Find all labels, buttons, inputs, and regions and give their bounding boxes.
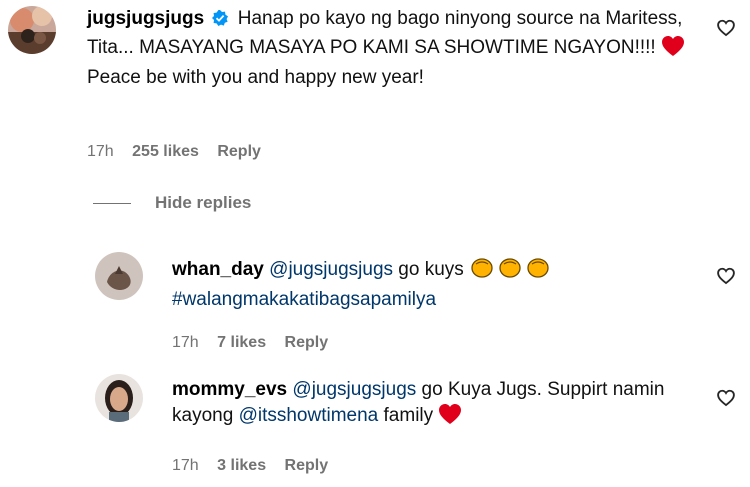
reply-button[interactable]: Reply xyxy=(217,143,261,160)
red-heart-emoji-icon xyxy=(661,35,685,65)
reply-button[interactable]: Reply xyxy=(285,334,329,351)
reply-timestamp: 17h xyxy=(172,457,199,474)
reply-text-after: family xyxy=(383,405,434,426)
reply-mention-link[interactable]: @itsshowtimena xyxy=(239,405,379,426)
reply-username[interactable]: whan_day xyxy=(172,259,264,280)
reply-body: mommy_evs @jugsjugsjugs go Kuya Jugs. Su… xyxy=(172,377,672,433)
hide-replies-button[interactable]: Hide replies xyxy=(155,193,251,213)
comment-body: jugsjugsjugs Hanap po kayo ng bago ninyo… xyxy=(87,6,687,91)
comment-likes-count[interactable]: 255 likes xyxy=(132,143,199,160)
reply-mention-link[interactable]: @jugsjugsjugs xyxy=(269,259,393,280)
reply-mention-link[interactable]: @jugsjugsjugs xyxy=(292,379,416,400)
like-heart-icon[interactable] xyxy=(716,18,736,38)
avatar[interactable] xyxy=(95,252,143,300)
comment-meta: 17h 255 likes Reply xyxy=(87,143,275,161)
reply-text: go kuys xyxy=(398,259,464,280)
reply-username[interactable]: mommy_evs xyxy=(172,379,287,400)
replies-divider xyxy=(93,203,131,204)
verified-badge-icon xyxy=(211,9,229,35)
comment-username[interactable]: jugsjugsjugs xyxy=(87,8,204,29)
reply-likes-count[interactable]: 7 likes xyxy=(217,334,266,351)
reply-meta: 17h 7 likes Reply xyxy=(172,334,342,352)
avatar[interactable] xyxy=(8,6,56,54)
reply-timestamp: 17h xyxy=(172,334,199,351)
like-heart-icon[interactable] xyxy=(716,388,736,408)
reply-button[interactable]: Reply xyxy=(285,457,329,474)
comment-text-line2: Peace be with you and happy new year! xyxy=(87,67,424,88)
comment-timestamp: 17h xyxy=(87,143,114,160)
clapping-hands-emoji-icon xyxy=(469,255,553,287)
reply-hashtag-link[interactable]: #walangmakakatibagsapamilya xyxy=(172,289,436,310)
like-heart-icon[interactable] xyxy=(716,266,736,286)
red-heart-emoji-icon xyxy=(438,403,462,433)
reply-body: whan_day @jugsjugsjugs go kuys #walangma… xyxy=(172,255,702,313)
reply-meta: 17h 3 likes Reply xyxy=(172,457,342,475)
avatar[interactable] xyxy=(95,374,143,422)
reply-likes-count[interactable]: 3 likes xyxy=(217,457,266,474)
